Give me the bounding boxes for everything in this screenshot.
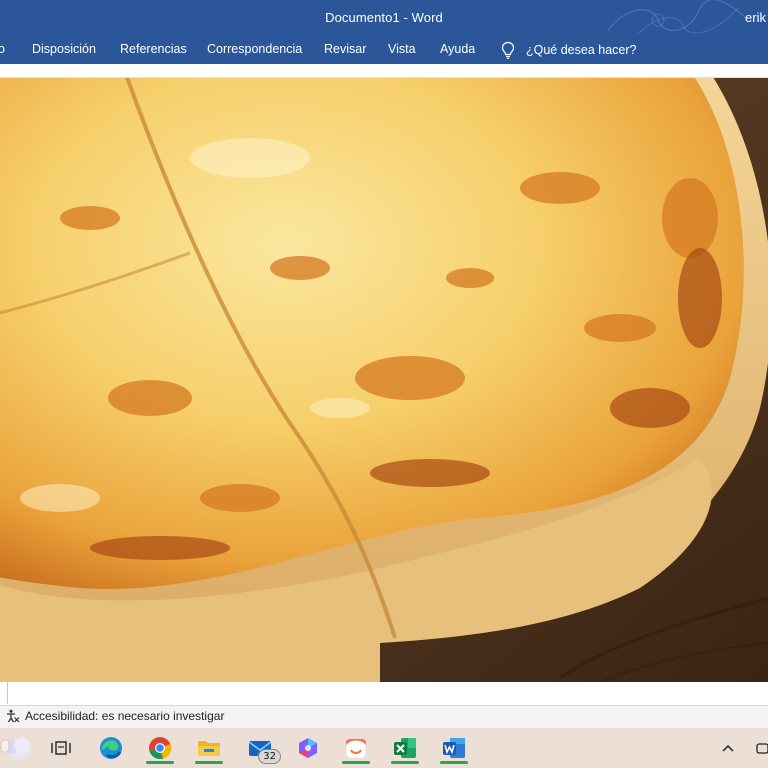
tab-referencias[interactable]: Referencias <box>120 42 187 56</box>
tab-vista[interactable]: Vista <box>388 42 416 56</box>
collapsed-ribbon-area <box>0 64 768 78</box>
title-bar: Documento1 - Word erik <box>0 0 768 36</box>
edge-icon[interactable] <box>93 732 129 764</box>
camera-icon[interactable] <box>746 732 768 764</box>
ribbon-ornament <box>607 0 747 35</box>
accessibility-label: Accesibilidad: es necesario investigar <box>25 709 225 723</box>
accessibility-status[interactable]: Accesibilidad: es necesario investigar <box>6 709 224 723</box>
ribbon-tabs: o Disposición Referencias Correspondenci… <box>0 36 768 64</box>
lightbulb-icon <box>501 41 515 59</box>
mail-icon[interactable]: 32 <box>242 732 281 764</box>
word-icon[interactable] <box>436 732 472 764</box>
tab-partial[interactable]: o <box>0 42 5 56</box>
tab-correspondencia[interactable]: Correspondencia <box>207 42 302 56</box>
status-bar: Accesibilidad: es necesario investigar <box>0 706 768 728</box>
tell-me-label: ¿Qué desea hacer? <box>526 43 637 57</box>
chevron-up-icon[interactable] <box>710 732 746 764</box>
taskbar: 32 <box>0 728 768 768</box>
mail-badge: 32 <box>258 749 281 764</box>
widgets-icon[interactable] <box>0 732 34 764</box>
page-margin-line <box>7 682 8 704</box>
tab-ayuda[interactable]: Ayuda <box>440 42 475 56</box>
tab-disposicion[interactable]: Disposición <box>32 42 96 56</box>
cheese-pizza-photo-icon <box>0 78 768 682</box>
tell-me-search[interactable]: ¿Qué desea hacer? <box>500 39 637 61</box>
copilot-icon[interactable] <box>290 732 326 764</box>
user-name[interactable]: erik <box>745 10 766 25</box>
chrome-icon[interactable] <box>142 732 178 764</box>
file-explorer-icon[interactable] <box>191 732 227 764</box>
task-view-icon[interactable] <box>43 732 79 764</box>
document-image[interactable] <box>0 78 768 682</box>
app-icon[interactable] <box>338 732 374 764</box>
accessibility-icon <box>7 709 20 723</box>
tab-revisar[interactable]: Revisar <box>324 42 366 56</box>
excel-icon[interactable] <box>387 732 423 764</box>
document-page-bottom <box>0 682 768 706</box>
